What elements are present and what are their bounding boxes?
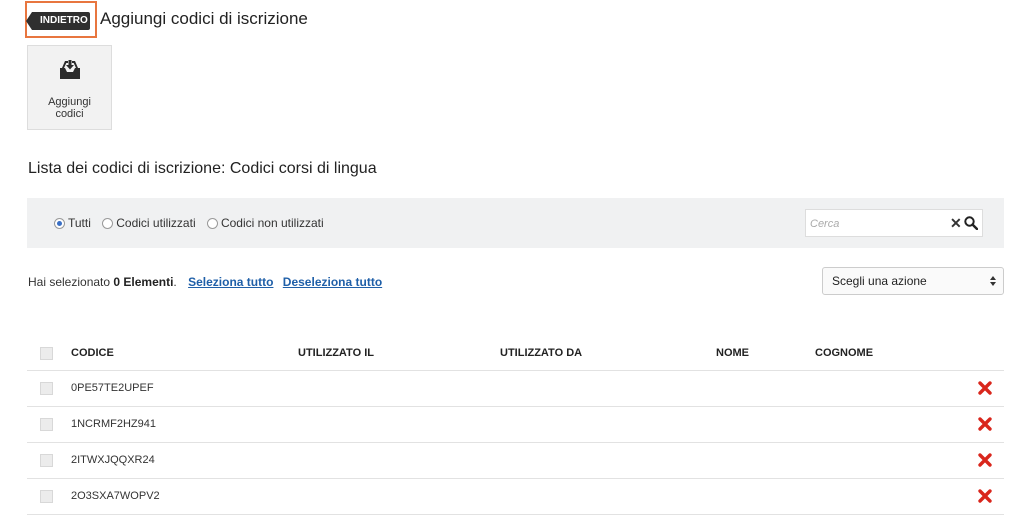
table-row: 1NCRMF2HZ941 xyxy=(27,407,1004,443)
code-cell: 2O3SXA7WOPV2 xyxy=(71,490,160,502)
select-all-checkbox[interactable] xyxy=(40,347,53,360)
delete-x-icon[interactable] xyxy=(977,452,993,468)
filter-all[interactable]: Tutti xyxy=(54,216,91,230)
filter-radio-group: Tutti Codici utilizzati Codici non utili… xyxy=(54,216,332,232)
back-button[interactable]: INDIETRO xyxy=(26,12,90,30)
code-cell: 2ITWXJQQXR24 xyxy=(71,454,155,466)
filter-used-label: Codici utilizzati xyxy=(116,216,196,230)
table-row: 2O3SXA7WOPV2 xyxy=(27,479,1004,515)
select-all-link[interactable]: Seleziona tutto xyxy=(188,275,273,289)
deselect-all-link[interactable]: Deseleziona tutto xyxy=(283,275,382,289)
back-button-highlight: INDIETRO xyxy=(25,1,97,38)
row-checkbox[interactable] xyxy=(40,490,53,503)
col-used-by[interactable]: UTILIZZATO DA xyxy=(500,336,582,370)
selection-suffix: . xyxy=(173,275,177,289)
table-row: 0PE57TE2UPEF xyxy=(27,371,1004,407)
filter-unused-label: Codici non utilizzati xyxy=(220,216,324,230)
selection-count: 0 Elementi xyxy=(113,275,174,289)
search-input[interactable] xyxy=(806,210,942,238)
table-row: 2ITWXJQQXR24 xyxy=(27,443,1004,479)
col-used-on[interactable]: UTILIZZATO IL xyxy=(298,336,374,370)
selection-summary: Hai selezionato 0 Elementi. Seleziona tu… xyxy=(28,275,382,289)
row-checkbox[interactable] xyxy=(40,454,53,467)
row-checkbox[interactable] xyxy=(40,382,53,395)
action-select[interactable]: Scegli una azione xyxy=(822,267,1004,295)
action-select-value: Scegli una azione xyxy=(832,274,927,288)
filter-used[interactable]: Codici utilizzati xyxy=(102,216,196,230)
code-cell: 0PE57TE2UPEF xyxy=(71,382,154,394)
search-box: ✕ xyxy=(805,209,983,238)
selection-prefix: Hai selezionato xyxy=(28,275,114,289)
delete-x-icon[interactable] xyxy=(977,416,993,432)
codes-table: CODICE UTILIZZATO IL UTILIZZATO DA NOME … xyxy=(27,336,1004,515)
radio-icon[interactable] xyxy=(54,217,65,229)
close-icon[interactable]: ✕ xyxy=(950,215,962,231)
search-icon[interactable] xyxy=(964,216,978,230)
page-title: Aggiungi codici di iscrizione xyxy=(100,9,308,28)
add-codes-button[interactable]: Aggiungi codici xyxy=(27,45,112,130)
radio-icon[interactable] xyxy=(206,217,218,229)
delete-x-icon[interactable] xyxy=(977,380,993,396)
select-arrows-icon xyxy=(990,276,996,286)
row-checkbox[interactable] xyxy=(40,418,53,431)
col-code[interactable]: CODICE xyxy=(71,336,114,370)
inbox-download-icon xyxy=(60,60,80,79)
filter-all-label: Tutti xyxy=(68,216,91,230)
section-title: Lista dei codici di iscrizione: Codici c… xyxy=(28,160,377,177)
code-cell: 1NCRMF2HZ941 xyxy=(71,418,156,430)
table-header: CODICE UTILIZZATO IL UTILIZZATO DA NOME … xyxy=(27,336,1004,371)
col-last-name[interactable]: COGNOME xyxy=(815,336,873,370)
radio-icon[interactable] xyxy=(102,217,114,229)
add-codes-label: Aggiungi codici xyxy=(48,96,91,120)
filter-unused[interactable]: Codici non utilizzati xyxy=(206,216,324,230)
filter-bar: Tutti Codici utilizzati Codici non utili… xyxy=(27,198,1004,248)
delete-x-icon[interactable] xyxy=(977,488,993,504)
col-first-name[interactable]: NOME xyxy=(716,336,749,370)
